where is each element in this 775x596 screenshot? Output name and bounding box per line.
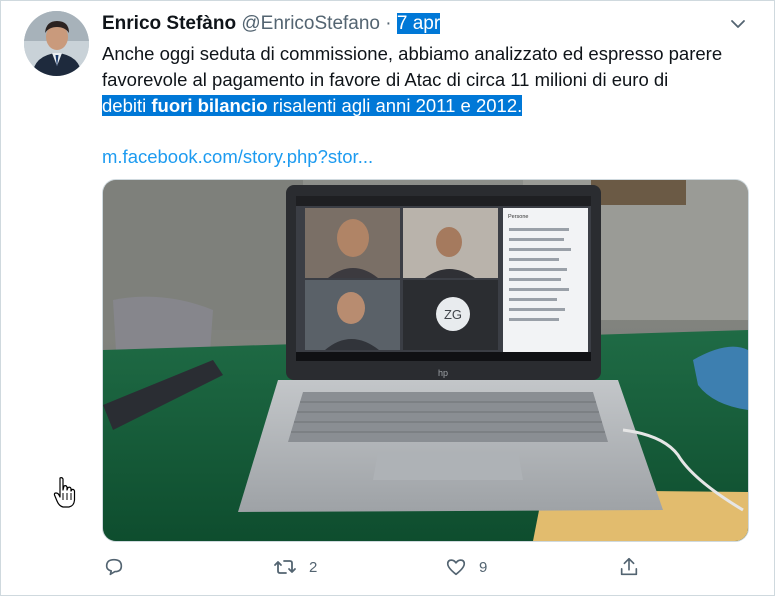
share-button[interactable] xyxy=(618,556,640,578)
laptop-brand: hp xyxy=(438,368,448,378)
avatar-photo-icon xyxy=(24,11,89,76)
heart-icon xyxy=(446,559,466,576)
author-name[interactable]: Enrico Stefàno xyxy=(102,13,236,34)
reply-icon xyxy=(105,558,123,576)
selected-text-fuori-bilancio: fuori bilancio xyxy=(151,95,268,116)
retweet-button[interactable]: 2 xyxy=(273,556,317,578)
avatar[interactable] xyxy=(24,11,89,76)
laptop-video-call-photo: ZG Persone hp xyxy=(103,180,748,541)
tweet-date[interactable]: 7 apr xyxy=(396,13,441,34)
like-count: 9 xyxy=(479,558,488,576)
retweet-icon xyxy=(274,560,296,574)
share-icon xyxy=(620,557,638,576)
author-handle[interactable]: @EnricoStefano xyxy=(241,13,380,34)
selected-text-debiti: debiti xyxy=(102,95,152,116)
retweet-count: 2 xyxy=(309,558,318,576)
participants-header: Persone xyxy=(508,214,529,220)
tile-initials: ZG xyxy=(444,307,462,322)
like-button[interactable]: 9 xyxy=(445,556,487,578)
tweet-actions: 2 9 xyxy=(0,556,775,582)
tweet-media-photo[interactable]: ZG Persone hp xyxy=(102,179,749,542)
reply-button[interactable] xyxy=(103,556,125,578)
tweet-text-line: Anche oggi seduta di commissione, abbiam… xyxy=(102,43,723,64)
selected-text-rest: risalenti agli anni 2011 e 2012. xyxy=(267,95,523,116)
chevron-down-icon[interactable] xyxy=(728,14,748,34)
tweet-text: Anche oggi seduta di commissione, abbiam… xyxy=(102,41,742,119)
tweet-header: Enrico Stefàno @EnricoStefano · 7 apr xyxy=(102,13,441,35)
header-separator: · xyxy=(380,13,397,34)
external-link[interactable]: m.facebook.com/story.php?stor... xyxy=(102,146,373,168)
hand-cursor-icon xyxy=(53,477,76,508)
tweet-text-line: favorevole al pagamento in favore di Ata… xyxy=(102,69,669,90)
tweet-text-line: debiti fuori bilancio risalenti agli ann… xyxy=(102,93,742,119)
